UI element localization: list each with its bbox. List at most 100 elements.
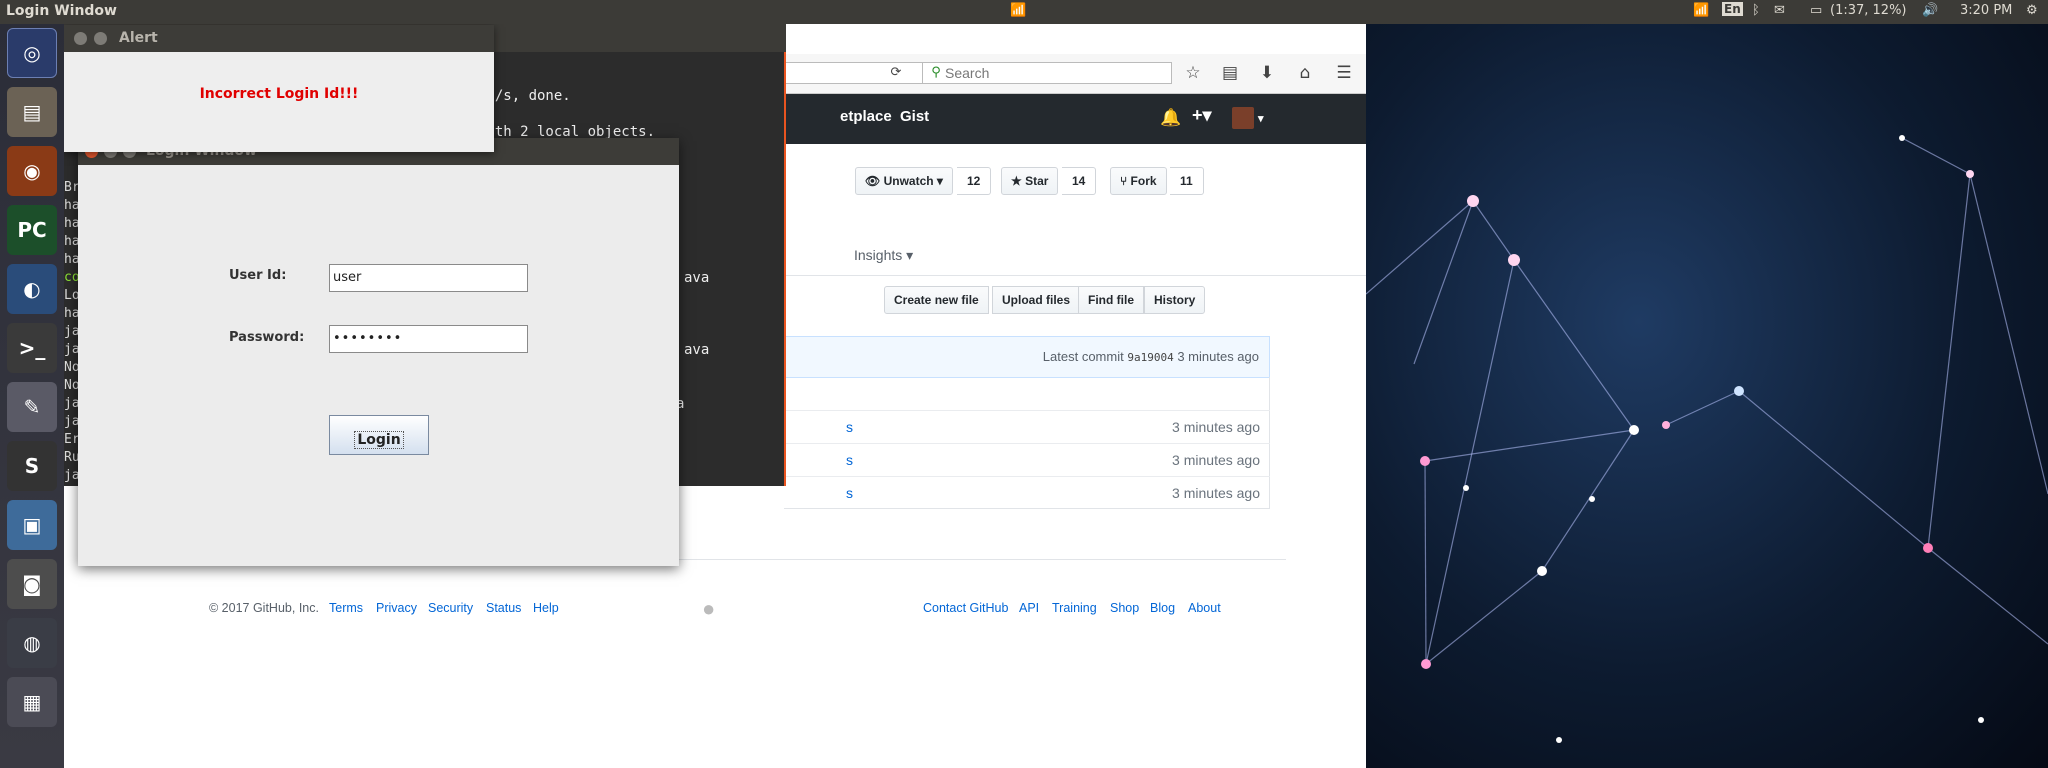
alert-window[interactable]: Alert Incorrect Login Id!!! — [64, 25, 494, 152]
browser-search-input[interactable]: Search — [922, 62, 1172, 84]
mail-icon[interactable]: ✉ — [1774, 3, 1785, 18]
star-button[interactable]: ★ Star — [1001, 167, 1059, 195]
virtualbox-icon[interactable]: ▣ — [7, 500, 57, 550]
alert-titlebar[interactable]: Alert — [64, 25, 494, 52]
star-count[interactable]: 14 — [1062, 167, 1097, 195]
sublime-text-icon[interactable]: S — [7, 441, 57, 491]
file-row[interactable]: s 3 minutes ago — [784, 443, 1270, 476]
blender-icon[interactable]: ◐ — [7, 264, 57, 314]
history-button[interactable]: History — [1144, 286, 1206, 314]
login-window[interactable]: Login Window User Id: user Password: •••… — [78, 138, 679, 566]
notification-bell-icon[interactable]: 🔔 — [1160, 108, 1181, 128]
watch-count[interactable]: 12 — [957, 167, 992, 195]
bookmark-star-icon[interactable]: ☆ — [1181, 61, 1205, 85]
bluetooth-icon[interactable]: ᛒ — [1752, 3, 1760, 18]
firefox-icon[interactable]: ◉ — [7, 146, 57, 196]
menu-icon[interactable]: ☰ — [1332, 61, 1356, 85]
terminal-icon[interactable]: >_ — [7, 323, 57, 373]
fork-label: Fork — [1130, 174, 1157, 188]
create-new-file-button[interactable]: Create new file — [884, 286, 989, 314]
terminal-fragment: ha — [64, 234, 80, 249]
download-icon[interactable]: ⬇ — [1255, 61, 1279, 85]
footer-link-training[interactable]: Training — [1052, 601, 1097, 615]
footer-link-shop[interactable]: Shop — [1110, 601, 1139, 615]
top-panel: Login Window 📶 📶 En ᛒ ✉ ▭ (1:37, 12%) 🔊 … — [0, 0, 2048, 24]
fork-button[interactable]: ⑂ Fork — [1110, 167, 1167, 195]
login-button[interactable]: Login — [329, 415, 429, 455]
wifi-icon[interactable]: 📶 — [1693, 3, 1709, 18]
avatar-dropdown-icon[interactable]: ▾ — [1258, 112, 1264, 125]
avatar[interactable] — [1232, 107, 1254, 129]
home-icon[interactable]: ⌂ — [1293, 61, 1317, 85]
file-age: 3 minutes ago — [1172, 485, 1260, 501]
terminal-line: ava — [684, 270, 710, 286]
footer-link-privacy[interactable]: Privacy — [376, 601, 417, 615]
terminal-fragment: ha — [64, 252, 80, 267]
file-row[interactable]: s 3 minutes ago — [784, 410, 1270, 443]
reading-list-icon[interactable]: ▤ — [1218, 61, 1242, 85]
reload-icon[interactable]: ⟳ — [884, 61, 908, 85]
network-icon[interactable]: 📶 — [1010, 3, 1026, 18]
new-plus-icon[interactable]: +▾ — [1192, 105, 1212, 126]
terminal-fragment: Lo — [64, 288, 80, 303]
search-engine-icon: ⚲ — [931, 65, 941, 80]
terminal-fragment: ha — [64, 198, 80, 213]
text-editor-icon[interactable]: ✎ — [7, 382, 57, 432]
terminal-fragment: Er — [64, 432, 80, 447]
user-id-field[interactable]: user — [329, 264, 528, 292]
footer-link-terms[interactable]: Terms — [329, 601, 363, 615]
repo-tabs: Insights ▾ — [784, 240, 1366, 276]
terminal-fragment: ha — [64, 216, 80, 231]
file-list: s 3 minutes ago s 3 minutes ago s 3 minu… — [784, 377, 1270, 509]
nav-marketplace-link[interactable]: etplace — [840, 108, 892, 125]
terminal-fragment: No — [64, 378, 80, 393]
terminal-fragment: ja — [64, 342, 80, 357]
active-window-title: Login Window — [6, 3, 117, 19]
footer-link-blog[interactable]: Blog — [1150, 601, 1175, 615]
terminal-line: ava — [684, 342, 710, 358]
battery-icon[interactable]: ▭ — [1810, 3, 1822, 18]
gear-icon[interactable]: ⚙ — [2026, 3, 2038, 18]
user-id-label: User Id: — [229, 268, 287, 283]
volume-icon[interactable]: 🔊 — [1922, 3, 1938, 18]
unwatch-label: Unwatch — [883, 174, 934, 188]
battery-status[interactable]: (1:37, 12%) — [1830, 3, 1907, 18]
latest-commit-bar: Latest commit 9a19004 3 minutes ago — [784, 336, 1270, 378]
fork-count[interactable]: 11 — [1170, 167, 1204, 195]
find-file-button[interactable]: Find file — [1078, 286, 1144, 314]
alert-close-button[interactable] — [74, 32, 87, 45]
footer-link-security[interactable]: Security — [428, 601, 473, 615]
file-name[interactable]: s — [846, 485, 853, 501]
nav-gist-link[interactable]: Gist — [900, 108, 929, 125]
commit-hash-link[interactable]: 9a19004 — [1127, 351, 1173, 364]
footer-link-contact[interactable]: Contact GitHub — [923, 601, 1008, 615]
password-label: Password: — [229, 330, 305, 345]
github-octocat-icon[interactable]: ● — [702, 596, 715, 622]
footer-link-api[interactable]: API — [1019, 601, 1039, 615]
terminal-fragment: Br — [64, 180, 80, 195]
terminal-scroll-indicator — [784, 52, 786, 486]
ubuntu-dash-icon[interactable]: ◎ — [7, 28, 57, 78]
alert-title: Alert — [119, 30, 158, 46]
footer-link-status[interactable]: Status — [486, 601, 521, 615]
file-name[interactable]: s — [846, 419, 853, 435]
file-age: 3 minutes ago — [1172, 452, 1260, 468]
footer-link-about[interactable]: About — [1188, 601, 1221, 615]
terminal-fragment: ja — [64, 468, 80, 483]
chrome-icon[interactable]: ◍ — [7, 618, 57, 668]
pycharm-icon[interactable]: PC — [7, 205, 57, 255]
unwatch-button[interactable]: 👁 Unwatch ▾ — [855, 167, 953, 195]
tab-insights[interactable]: Insights ▾ — [854, 247, 913, 264]
camera-icon[interactable]: ◙ — [7, 559, 57, 609]
password-field[interactable]: •••••••• — [329, 325, 528, 353]
workspace-switcher-icon[interactable]: ▦ — [7, 677, 57, 727]
keyboard-layout-indicator[interactable]: En — [1722, 2, 1743, 16]
alert-maximize-button[interactable] — [94, 32, 107, 45]
footer-link-help[interactable]: Help — [533, 601, 559, 615]
terminal-left-fragments: Br ha ha ha ha co Lo ha ja ja No No ja j… — [64, 179, 80, 485]
files-icon[interactable]: ▤ — [7, 87, 57, 137]
upload-files-button[interactable]: Upload files — [992, 286, 1081, 314]
file-name[interactable]: s — [846, 452, 853, 468]
clock[interactable]: 3:20 PM — [1960, 3, 2012, 18]
file-row[interactable]: s 3 minutes ago — [784, 476, 1270, 509]
